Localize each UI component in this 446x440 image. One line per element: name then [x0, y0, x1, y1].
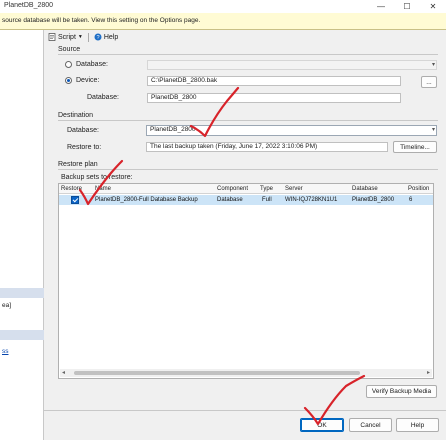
left-pane-band — [0, 330, 44, 340]
column-header-position[interactable]: Position — [408, 186, 429, 192]
row-database: PlanetDB_2800 — [352, 197, 395, 203]
database-radio[interactable] — [65, 61, 72, 68]
script-button[interactable]: Script ▼ — [48, 33, 83, 41]
horizontal-scrollbar[interactable]: ◂ ▸ — [60, 369, 432, 377]
toolbar-separator — [87, 32, 89, 42]
grid-header: Restore Name Component Type Server Datab… — [59, 184, 433, 194]
row-position: 6 — [409, 197, 413, 203]
annotation-checkmark-ok — [303, 374, 366, 426]
close-icon[interactable]: ✕ — [420, 0, 446, 13]
row-name: PlanetDB_2800-Full Database Backup — [95, 197, 198, 203]
minimize-icon[interactable]: — — [368, 0, 394, 13]
help-icon: ? — [94, 33, 102, 41]
device-option-label: Device: — [76, 77, 100, 84]
source-database-value: PlanetDB_2800 — [147, 93, 401, 103]
row-server: WIN-IQJ728KN1U1 — [285, 197, 338, 203]
title-bar: PlanetDB_2800 — ☐ ✕ — [0, 0, 446, 13]
scrollbar-thumb[interactable] — [74, 371, 360, 375]
column-header-type[interactable]: Type — [260, 186, 273, 192]
column-header-database[interactable]: Database — [352, 186, 378, 192]
left-pane-link[interactable]: ss — [2, 348, 9, 355]
chevron-right-icon[interactable]: ▸ — [427, 369, 430, 376]
help-label: Help — [103, 33, 119, 41]
divider — [58, 54, 438, 55]
divider — [58, 169, 438, 170]
info-bar-text: source database will be taken. View this… — [2, 17, 201, 24]
device-radio[interactable] — [65, 77, 72, 84]
chevron-left-icon[interactable]: ◂ — [62, 369, 65, 376]
script-icon — [48, 33, 56, 41]
browse-button[interactable]: ... — [421, 76, 437, 88]
chevron-down-icon: ▾ — [431, 127, 435, 133]
destination-database-value: PlanetDB_2800 — [150, 126, 196, 133]
destination-database-select[interactable]: PlanetDB_2800 ▾ — [146, 125, 437, 136]
backup-sets-label: Backup sets to restore: — [61, 174, 133, 181]
help-dialog-button[interactable]: Help — [396, 418, 439, 432]
column-header-server[interactable]: Server — [285, 186, 303, 192]
footer-divider — [44, 410, 446, 411]
restore-to-value: The last backup taken (Friday, June 17, … — [146, 142, 388, 152]
script-label: Script — [58, 33, 76, 41]
divider — [58, 120, 438, 121]
row-type: Full — [262, 197, 272, 203]
verify-backup-media-button[interactable]: Verify Backup Media — [366, 385, 437, 398]
restore-plan-section-label: Restore plan — [58, 161, 98, 168]
left-pane: ea] ss — [0, 30, 44, 440]
device-path-field[interactable]: C:\PlanetDB_2800.bak — [147, 76, 401, 86]
toolbar: Script ▼ ? Help — [44, 30, 446, 44]
restore-to-label: Restore to: — [67, 144, 102, 151]
destination-section-label: Destination — [58, 112, 94, 119]
column-header-restore[interactable]: Restore — [61, 186, 82, 192]
table-row[interactable]: PlanetDB_2800-Full Database Backup Datab… — [59, 195, 433, 205]
column-header-name[interactable]: Name — [95, 186, 111, 192]
restore-checkbox[interactable] — [71, 196, 79, 204]
maximize-icon[interactable]: ☐ — [394, 0, 420, 13]
cancel-button[interactable]: Cancel — [349, 418, 392, 432]
left-pane-band — [0, 288, 44, 298]
backup-sets-grid[interactable]: Restore Name Component Type Server Datab… — [58, 183, 434, 379]
column-header-component[interactable]: Component — [217, 186, 248, 192]
database-option-label: Database: — [76, 61, 108, 68]
ok-button[interactable]: OK — [300, 418, 344, 432]
info-bar: source database will be taken. View this… — [0, 13, 446, 30]
source-section-label: Source — [58, 46, 81, 53]
svg-text:?: ? — [96, 35, 99, 41]
timeline-button[interactable]: Timeline... — [393, 141, 437, 153]
left-pane-fragment: ea] — [2, 302, 12, 309]
chevron-down-icon: ▾ — [431, 62, 435, 68]
source-database-select[interactable]: ▾ — [147, 60, 437, 70]
row-component: Database — [217, 197, 243, 203]
help-button[interactable]: ? Help — [94, 33, 118, 41]
destination-database-label: Database: — [67, 127, 99, 134]
source-database-label: Database: — [87, 94, 119, 101]
window-title: PlanetDB_2800 — [4, 2, 54, 9]
chevron-down-icon[interactable]: ▼ — [78, 34, 83, 40]
